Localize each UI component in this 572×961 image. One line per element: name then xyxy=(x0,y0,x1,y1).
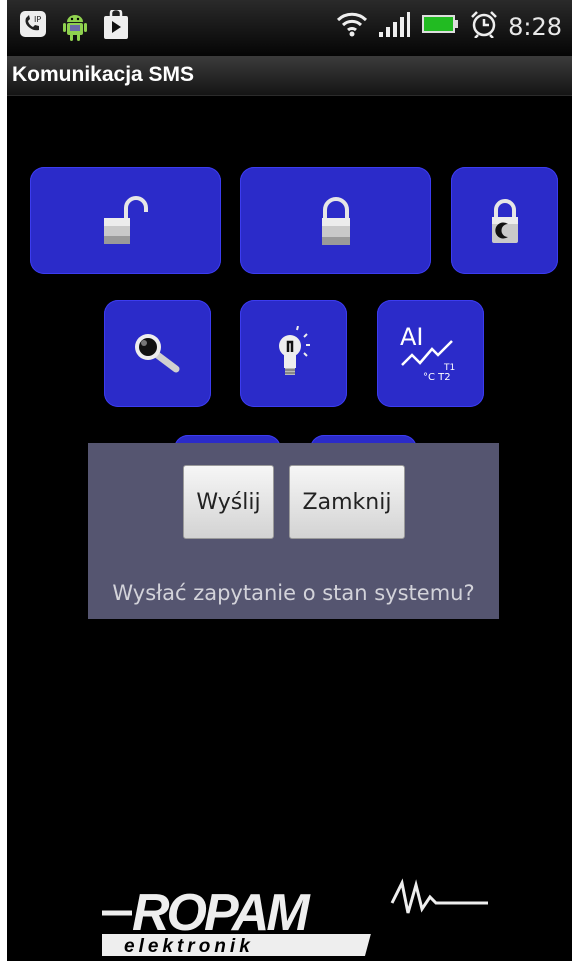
page-title: Komunikacja SMS xyxy=(12,63,195,86)
dialog-message: Wysłać zapytanie o stan systemu? xyxy=(112,581,475,605)
analog-input-sub-2: °C T2 xyxy=(423,372,451,383)
logo-brand: ROPAM xyxy=(132,884,311,942)
lock-icon xyxy=(311,191,361,251)
analog-input-label: AI xyxy=(400,323,424,351)
close-button[interactable]: Zamknij xyxy=(289,465,405,539)
android-icon xyxy=(61,10,89,47)
magnifier-icon xyxy=(130,329,186,379)
clock-time: 8:28 xyxy=(508,12,562,41)
notification-app-icon: IP xyxy=(19,10,47,47)
analog-inputs-button[interactable]: AI T1 °C T2 xyxy=(377,300,484,407)
app-screen: IP 8:28 Komunikacja SMS AI T1 °C T2 Wyśl… xyxy=(7,0,572,961)
night-lock-icon xyxy=(483,194,527,248)
arm-button[interactable] xyxy=(240,167,431,274)
unlock-icon xyxy=(96,191,156,251)
light-bulb-icon xyxy=(270,325,318,382)
title-bar: Komunikacja SMS xyxy=(7,57,572,96)
logo-sub: elektronik xyxy=(124,936,254,957)
search-button[interactable] xyxy=(104,300,211,407)
outputs-button[interactable] xyxy=(240,300,347,407)
night-arm-button[interactable] xyxy=(451,167,558,274)
status-bar: IP 8:28 xyxy=(7,0,572,57)
ropam-logo: ROPAM elektronik xyxy=(94,870,492,961)
signal-icon xyxy=(378,10,411,43)
confirm-dialog: Wyślij Zamknij Wysłać zapytanie o stan s… xyxy=(88,443,499,619)
play-store-icon xyxy=(103,7,129,47)
svg-text:IP: IP xyxy=(34,15,41,24)
wifi-icon xyxy=(336,10,368,43)
send-button[interactable]: Wyślij xyxy=(183,465,274,539)
disarm-button[interactable] xyxy=(30,167,221,274)
analog-input-icon: AI T1 °C T2 xyxy=(396,321,466,387)
battery-icon xyxy=(420,10,460,43)
alarm-icon xyxy=(470,10,498,43)
